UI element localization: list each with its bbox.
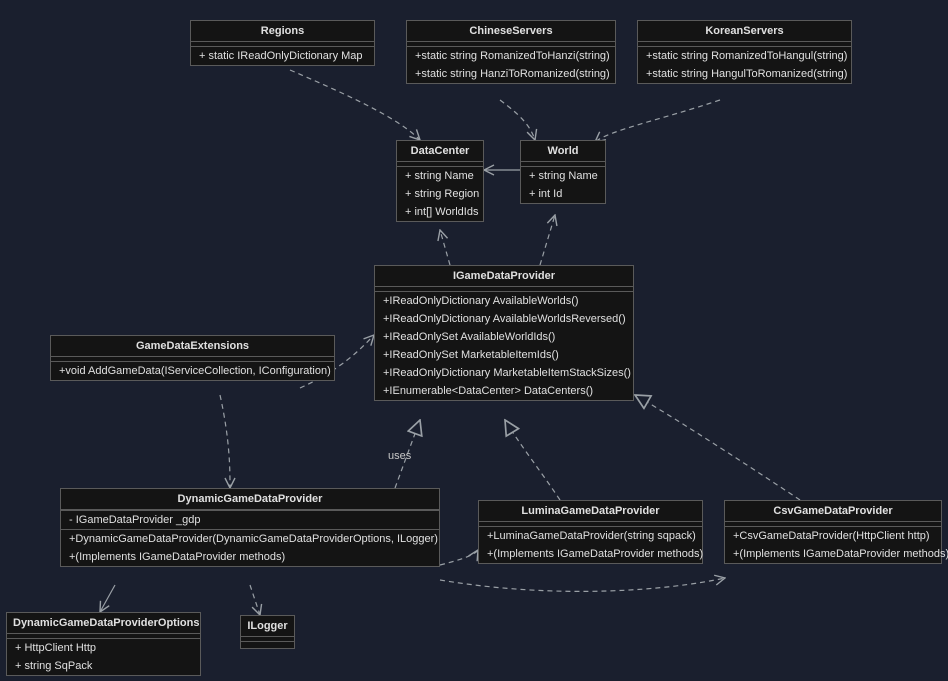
class-member: +DynamicGameDataProvider(DynamicGameData… [61, 530, 439, 548]
edge-label-uses: uses [388, 450, 411, 462]
class-member: + string Region [397, 185, 483, 203]
class-title: Regions [191, 21, 374, 42]
class-member: +static string HangulToRomanized(string) [638, 65, 851, 83]
class-title: CsvGameDataProvider [725, 501, 941, 522]
class-member: +static string RomanizedToHanzi(string) [407, 47, 615, 65]
class-csvgamedataprovider: CsvGameDataProvider +CsvGameDataProvider… [724, 500, 942, 564]
class-title: KoreanServers [638, 21, 851, 42]
class-member: +IReadOnlyDictionary AvailableWorldsReve… [375, 310, 633, 328]
class-title: World [521, 141, 605, 162]
class-member: + string Name [521, 167, 605, 185]
class-member: +CsvGameDataProvider(HttpClient http) [725, 527, 941, 545]
class-member: +IReadOnlyDictionary AvailableWorlds() [375, 292, 633, 310]
class-regions: Regions + static IReadOnlyDictionary Map [190, 20, 375, 66]
class-luminagamedataprovider: LuminaGameDataProvider +LuminaGameDataPr… [478, 500, 703, 564]
class-member: + string SqPack [7, 657, 200, 675]
class-member: - IGameDataProvider _gdp [61, 510, 439, 530]
class-member: + int[] WorldIds [397, 203, 483, 221]
class-datacenter: DataCenter + string Name + string Region… [396, 140, 484, 222]
class-igamedataprovider: IGameDataProvider +IReadOnlyDictionary A… [374, 265, 634, 401]
class-title: LuminaGameDataProvider [479, 501, 702, 522]
class-member: + string Name [397, 167, 483, 185]
class-member: +(Implements IGameDataProvider methods) [725, 545, 941, 563]
class-title: DynamicGameDataProviderOptions [7, 613, 200, 634]
class-koreanservers: KoreanServers +static string RomanizedTo… [637, 20, 852, 84]
class-chineseservers: ChineseServers +static string RomanizedT… [406, 20, 616, 84]
class-title: GameDataExtensions [51, 336, 334, 357]
diagram-canvas: uses Regions + static IReadOnlyDictionar… [0, 0, 948, 681]
class-member: +IReadOnlyDictionary MarketableItemStack… [375, 364, 633, 382]
class-title: ChineseServers [407, 21, 615, 42]
class-member: +(Implements IGameDataProvider methods) [479, 545, 702, 563]
class-dynamicgamedataprovider: DynamicGameDataProvider - IGameDataProvi… [60, 488, 440, 567]
class-member: +LuminaGameDataProvider(string sqpack) [479, 527, 702, 545]
class-member: +static string HanziToRomanized(string) [407, 65, 615, 83]
class-gamedataextensions: GameDataExtensions +void AddGameData(ISe… [50, 335, 335, 381]
class-member: +static string RomanizedToHangul(string) [638, 47, 851, 65]
class-title: IGameDataProvider [375, 266, 633, 287]
section-separator [241, 642, 294, 648]
class-title: DataCenter [397, 141, 483, 162]
class-member: +IReadOnlySet MarketableItemIds() [375, 346, 633, 364]
class-title: ILogger [241, 616, 294, 637]
class-ilogger: ILogger [240, 615, 295, 649]
class-member: + static IReadOnlyDictionary Map [191, 47, 374, 65]
class-dynamicgamedataprovideroptions: DynamicGameDataProviderOptions + HttpCli… [6, 612, 201, 676]
class-member: +IReadOnlySet AvailableWorldIds() [375, 328, 633, 346]
class-member: +IEnumerable<DataCenter> DataCenters() [375, 382, 633, 400]
class-member: +void AddGameData(IServiceCollection, IC… [51, 362, 334, 380]
class-member: +(Implements IGameDataProvider methods) [61, 548, 439, 566]
class-title: DynamicGameDataProvider [61, 489, 439, 510]
class-world: World + string Name + int Id [520, 140, 606, 204]
class-member: + HttpClient Http [7, 639, 200, 657]
class-member: + int Id [521, 185, 605, 203]
